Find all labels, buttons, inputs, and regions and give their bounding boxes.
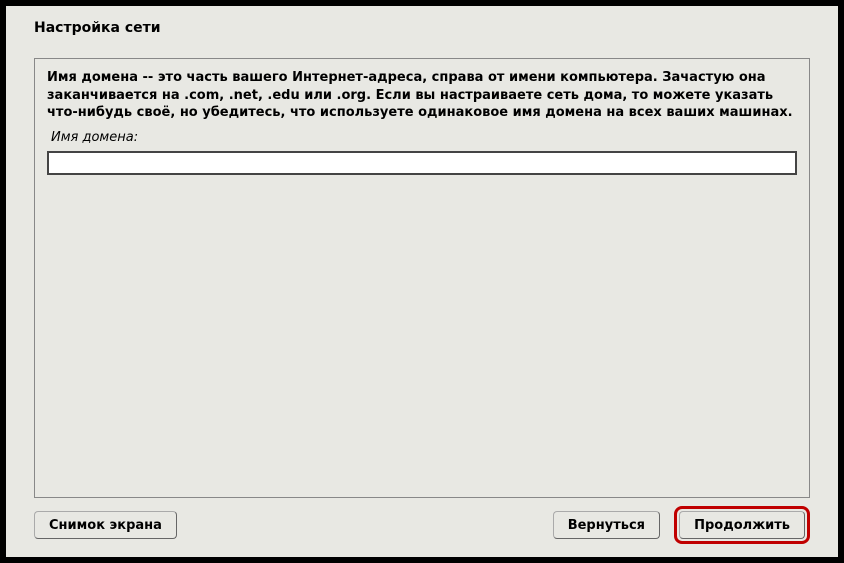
back-button[interactable]: Вернуться xyxy=(553,511,660,539)
page-title: Настройка сети xyxy=(6,6,838,46)
description-text: Имя домена -- это часть вашего Интернет-… xyxy=(47,69,797,122)
continue-button[interactable]: Продолжить xyxy=(679,511,805,539)
content-panel: Имя домена -- это часть вашего Интернет-… xyxy=(34,58,810,498)
domain-input[interactable] xyxy=(47,151,797,175)
screenshot-button[interactable]: Снимок экрана xyxy=(34,511,177,539)
installer-window: Настройка сети Имя домена -- это часть в… xyxy=(6,6,838,557)
domain-label: Имя домена: xyxy=(51,130,797,145)
continue-highlight: Продолжить xyxy=(674,506,810,544)
button-row: Снимок экрана Вернуться Продолжить xyxy=(34,509,810,539)
